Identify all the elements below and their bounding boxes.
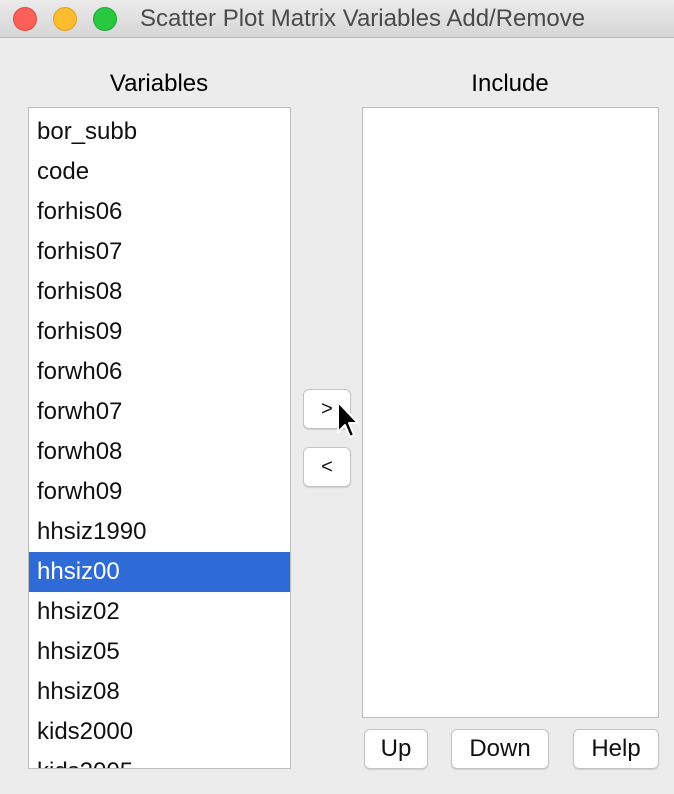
move-up-button[interactable]: Up <box>364 729 428 769</box>
include-label: Include <box>471 70 549 97</box>
variable-list-item[interactable]: forwh06 <box>29 352 290 392</box>
variable-list-item[interactable]: hhsiz08 <box>29 672 290 712</box>
window-title: Scatter Plot Matrix Variables Add/Remove <box>140 5 586 32</box>
title-bar: Scatter Plot Matrix Variables Add/Remove <box>0 0 674 38</box>
variable-list-item[interactable]: kids2000 <box>29 712 290 752</box>
variable-list-item[interactable]: kids2005 <box>29 752 290 768</box>
variable-list-item[interactable]: forhis09 <box>29 312 290 352</box>
variable-list-item[interactable]: forwh08 <box>29 432 290 472</box>
variable-list-item[interactable]: forwh09 <box>29 472 290 512</box>
remove-variable-button[interactable]: < <box>303 447 351 487</box>
variable-list-item[interactable]: hhsiz05 <box>29 632 290 672</box>
mouse-pointer-icon <box>337 401 359 438</box>
variable-list-item[interactable]: forhis07 <box>29 232 290 272</box>
close-window-button[interactable] <box>13 7 37 31</box>
minimize-window-button[interactable] <box>53 7 77 31</box>
variable-list-item[interactable]: forwh07 <box>29 392 290 432</box>
variables-label: Variables <box>109 70 209 97</box>
variable-list-item[interactable]: forhis08 <box>29 272 290 312</box>
variable-list-item[interactable]: forhis06 <box>29 192 290 232</box>
move-down-button[interactable]: Down <box>451 729 549 769</box>
variable-list-item[interactable]: hhsiz02 <box>29 592 290 632</box>
help-button[interactable]: Help <box>573 729 659 769</box>
include-listbox[interactable] <box>362 107 659 718</box>
variable-list-item[interactable]: code <box>29 152 290 192</box>
variable-list-item[interactable]: hhsiz1990 <box>29 512 290 552</box>
maximize-window-button[interactable] <box>93 7 117 31</box>
variables-listbox[interactable]: bor_subb code forhis06 forhis07 forhis08 forh… <box>28 107 291 769</box>
variable-list-item[interactable]: bor_subb <box>29 112 290 152</box>
variable-list-item[interactable]: hhsiz00 <box>29 552 290 592</box>
